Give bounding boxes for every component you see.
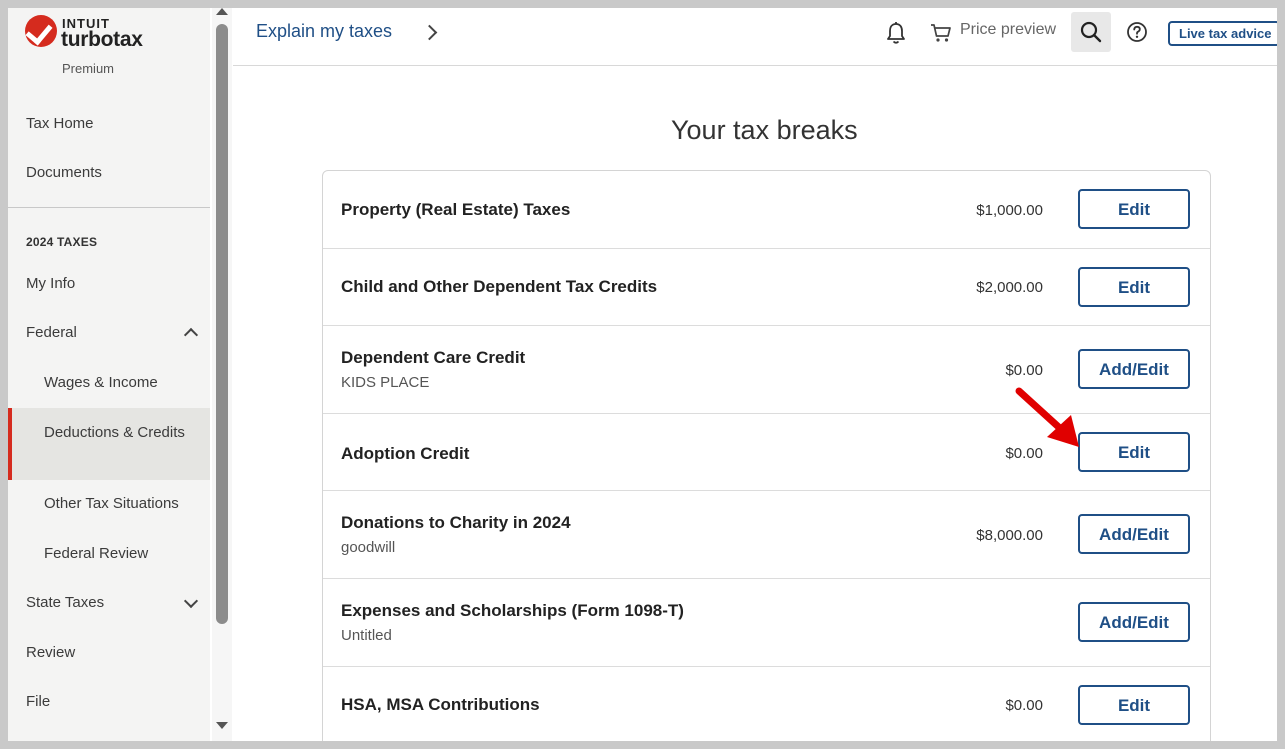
- top-header: Explain my taxes Price preview Live tax …: [233, 8, 1277, 66]
- row-title: Donations to Charity in 2024: [341, 513, 571, 532]
- sidebar-item-label: State Taxes: [26, 594, 105, 611]
- search-button[interactable]: [1071, 12, 1111, 52]
- sidebar-item-my-info[interactable]: My Info: [8, 275, 210, 292]
- scroll-down-arrow-icon[interactable]: [216, 722, 228, 729]
- add-edit-button[interactable]: Add/Edit: [1078, 349, 1190, 389]
- price-preview-link[interactable]: Price preview: [960, 21, 1056, 39]
- brand-name: turbotax: [61, 28, 143, 51]
- sidebar-item-federal[interactable]: Federal: [8, 324, 210, 343]
- scroll-up-arrow-icon[interactable]: [216, 8, 228, 15]
- sidebar-item-tax-home[interactable]: Tax Home: [8, 115, 210, 132]
- row-amount: $8,000.00: [976, 527, 1043, 544]
- chevron-right-icon[interactable]: [421, 24, 438, 41]
- chevron-down-icon[interactable]: [183, 593, 199, 609]
- row-amount: $0.00: [1005, 697, 1043, 714]
- tax-breaks-list: Property (Real Estate) Taxes $1,000.00 E…: [322, 170, 1211, 741]
- bell-icon[interactable]: [885, 21, 907, 45]
- row-title: Property (Real Estate) Taxes: [341, 200, 571, 219]
- sidebar-item-wages-income[interactable]: Wages & Income: [8, 374, 210, 391]
- row-title: Dependent Care Credit: [341, 348, 526, 367]
- sidebar-scrollbar[interactable]: [212, 8, 232, 741]
- row-subtitle: Untitled: [341, 627, 392, 644]
- sidebar-item-file[interactable]: File: [8, 693, 210, 710]
- turbotax-logo[interactable]: INTUIT turbotax Premium: [25, 14, 205, 84]
- row-amount: $0.00: [1005, 362, 1043, 379]
- row-amount: $2,000.00: [976, 279, 1043, 296]
- row-subtitle: goodwill: [341, 539, 396, 556]
- help-icon[interactable]: [1126, 21, 1148, 43]
- checkmark-logo-icon: [25, 15, 57, 47]
- row-subtitle: KIDS PLACE: [341, 374, 430, 391]
- list-item: Child and Other Dependent Tax Credits $2…: [323, 249, 1210, 326]
- sidebar-item-other-tax-situations[interactable]: Other Tax Situations: [8, 495, 210, 512]
- sidebar: INTUIT turbotax Premium Tax Home Documen…: [8, 8, 210, 741]
- edit-button[interactable]: Edit: [1078, 432, 1190, 472]
- list-item: Donations to Charity in 2024 goodwill $8…: [323, 491, 1210, 579]
- edit-button[interactable]: Edit: [1078, 267, 1190, 307]
- list-item: HSA, MSA Contributions $0.00 Edit: [323, 667, 1210, 741]
- search-icon: [1080, 21, 1102, 43]
- live-tax-advice-button[interactable]: Live tax advice: [1168, 21, 1277, 46]
- sidebar-item-state-taxes[interactable]: State Taxes: [8, 593, 210, 611]
- page-title: Your tax breaks: [671, 115, 858, 145]
- edit-button[interactable]: Edit: [1078, 685, 1190, 725]
- explain-my-taxes-link[interactable]: Explain my taxes: [256, 21, 392, 42]
- list-item: Property (Real Estate) Taxes $1,000.00 E…: [323, 171, 1210, 249]
- chevron-up-icon[interactable]: [183, 327, 199, 343]
- sidebar-item-documents[interactable]: Documents: [8, 164, 210, 181]
- sidebar-item-review[interactable]: Review: [8, 644, 210, 661]
- sidebar-item-label: Federal: [26, 324, 77, 341]
- list-item: Expenses and Scholarships (Form 1098-T) …: [323, 579, 1210, 667]
- row-title: HSA, MSA Contributions: [341, 695, 540, 714]
- scroll-thumb[interactable]: [216, 24, 228, 624]
- row-title: Adoption Credit: [341, 444, 470, 463]
- row-amount: $1,000.00: [976, 202, 1043, 219]
- row-title: Expenses and Scholarships (Form 1098-T): [341, 601, 684, 620]
- cart-icon[interactable]: [930, 22, 952, 44]
- sidebar-section-heading: 2024 TAXES: [26, 235, 98, 249]
- edition-label: Premium: [62, 61, 115, 76]
- row-title: Child and Other Dependent Tax Credits: [341, 277, 658, 296]
- sidebar-item-federal-review[interactable]: Federal Review: [8, 545, 210, 562]
- edit-button[interactable]: Edit: [1078, 189, 1190, 229]
- add-edit-button[interactable]: Add/Edit: [1078, 602, 1190, 642]
- add-edit-button[interactable]: Add/Edit: [1078, 514, 1190, 554]
- annotation-arrow-icon: [1015, 387, 1079, 447]
- sidebar-item-deductions-credits[interactable]: Deductions & Credits: [8, 408, 210, 480]
- app-window: INTUIT turbotax Premium Tax Home Documen…: [8, 8, 1277, 741]
- sidebar-divider: [8, 207, 210, 208]
